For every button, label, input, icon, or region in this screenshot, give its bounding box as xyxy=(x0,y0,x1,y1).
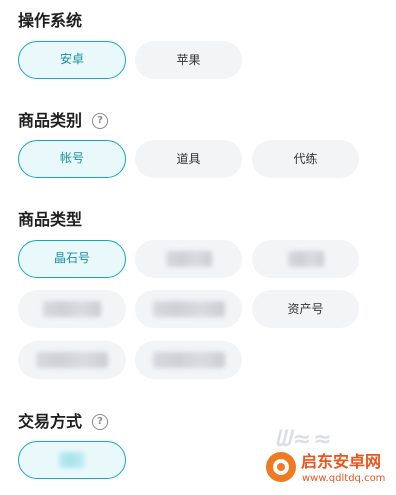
type-option-blurred[interactable] xyxy=(252,240,359,278)
section-title-os: 操作系统 xyxy=(18,11,82,31)
blurred-label xyxy=(152,301,225,317)
blurred-label xyxy=(165,251,212,267)
section-title-type: 商品类型 xyxy=(18,210,82,230)
category-title-text: 商品类别 xyxy=(18,111,83,130)
watermark-url: www.qdltdq.com xyxy=(302,473,386,484)
section-title-category: 商品类别 ? xyxy=(18,111,109,131)
category-option-boosting[interactable]: 代练 xyxy=(252,140,359,178)
watermark-logo-icon xyxy=(266,452,296,482)
category-option-label: 代练 xyxy=(293,152,318,166)
category-option-label: 道具 xyxy=(176,152,201,166)
section-title-trade: 交易方式 ? xyxy=(18,412,109,432)
os-option-android[interactable]: 安卓 xyxy=(18,41,126,79)
blurred-label xyxy=(59,452,85,468)
os-option-label: 安卓 xyxy=(59,52,84,66)
help-icon[interactable]: ? xyxy=(92,113,109,129)
os-option-label: 苹果 xyxy=(176,53,201,67)
type-option-blurred[interactable] xyxy=(18,290,126,328)
blurred-label xyxy=(43,301,101,317)
category-option-item[interactable]: 道具 xyxy=(135,140,242,178)
type-option-blurred[interactable] xyxy=(135,240,242,278)
help-icon[interactable]: ? xyxy=(92,414,109,430)
watermark-logo-dot xyxy=(277,463,285,471)
type-option-asset[interactable]: 资产号 xyxy=(252,290,359,328)
os-option-ios[interactable]: 苹果 xyxy=(135,41,242,79)
blurred-label xyxy=(152,352,225,368)
trade-title-text: 交易方式 xyxy=(18,412,83,431)
watermark-ghost-logo: ᗯ≈≈ xyxy=(275,427,334,452)
type-option-label: 晶石号 xyxy=(53,251,90,265)
watermark-name: 启东安卓网 xyxy=(301,452,382,471)
os-title-text: 操作系统 xyxy=(18,11,83,30)
category-option-account[interactable]: 帐号 xyxy=(18,140,126,178)
trade-option-blurred[interactable] xyxy=(18,441,126,479)
category-option-label: 帐号 xyxy=(59,151,84,165)
blurred-label xyxy=(287,251,324,267)
blurred-label xyxy=(36,352,108,368)
type-option-label: 资产号 xyxy=(287,302,324,316)
type-option-blurred[interactable] xyxy=(135,290,242,328)
type-option-crystal[interactable]: 晶石号 xyxy=(18,240,126,278)
type-title-text: 商品类型 xyxy=(18,210,83,229)
type-option-blurred[interactable] xyxy=(135,341,242,379)
type-option-blurred[interactable] xyxy=(18,341,126,379)
